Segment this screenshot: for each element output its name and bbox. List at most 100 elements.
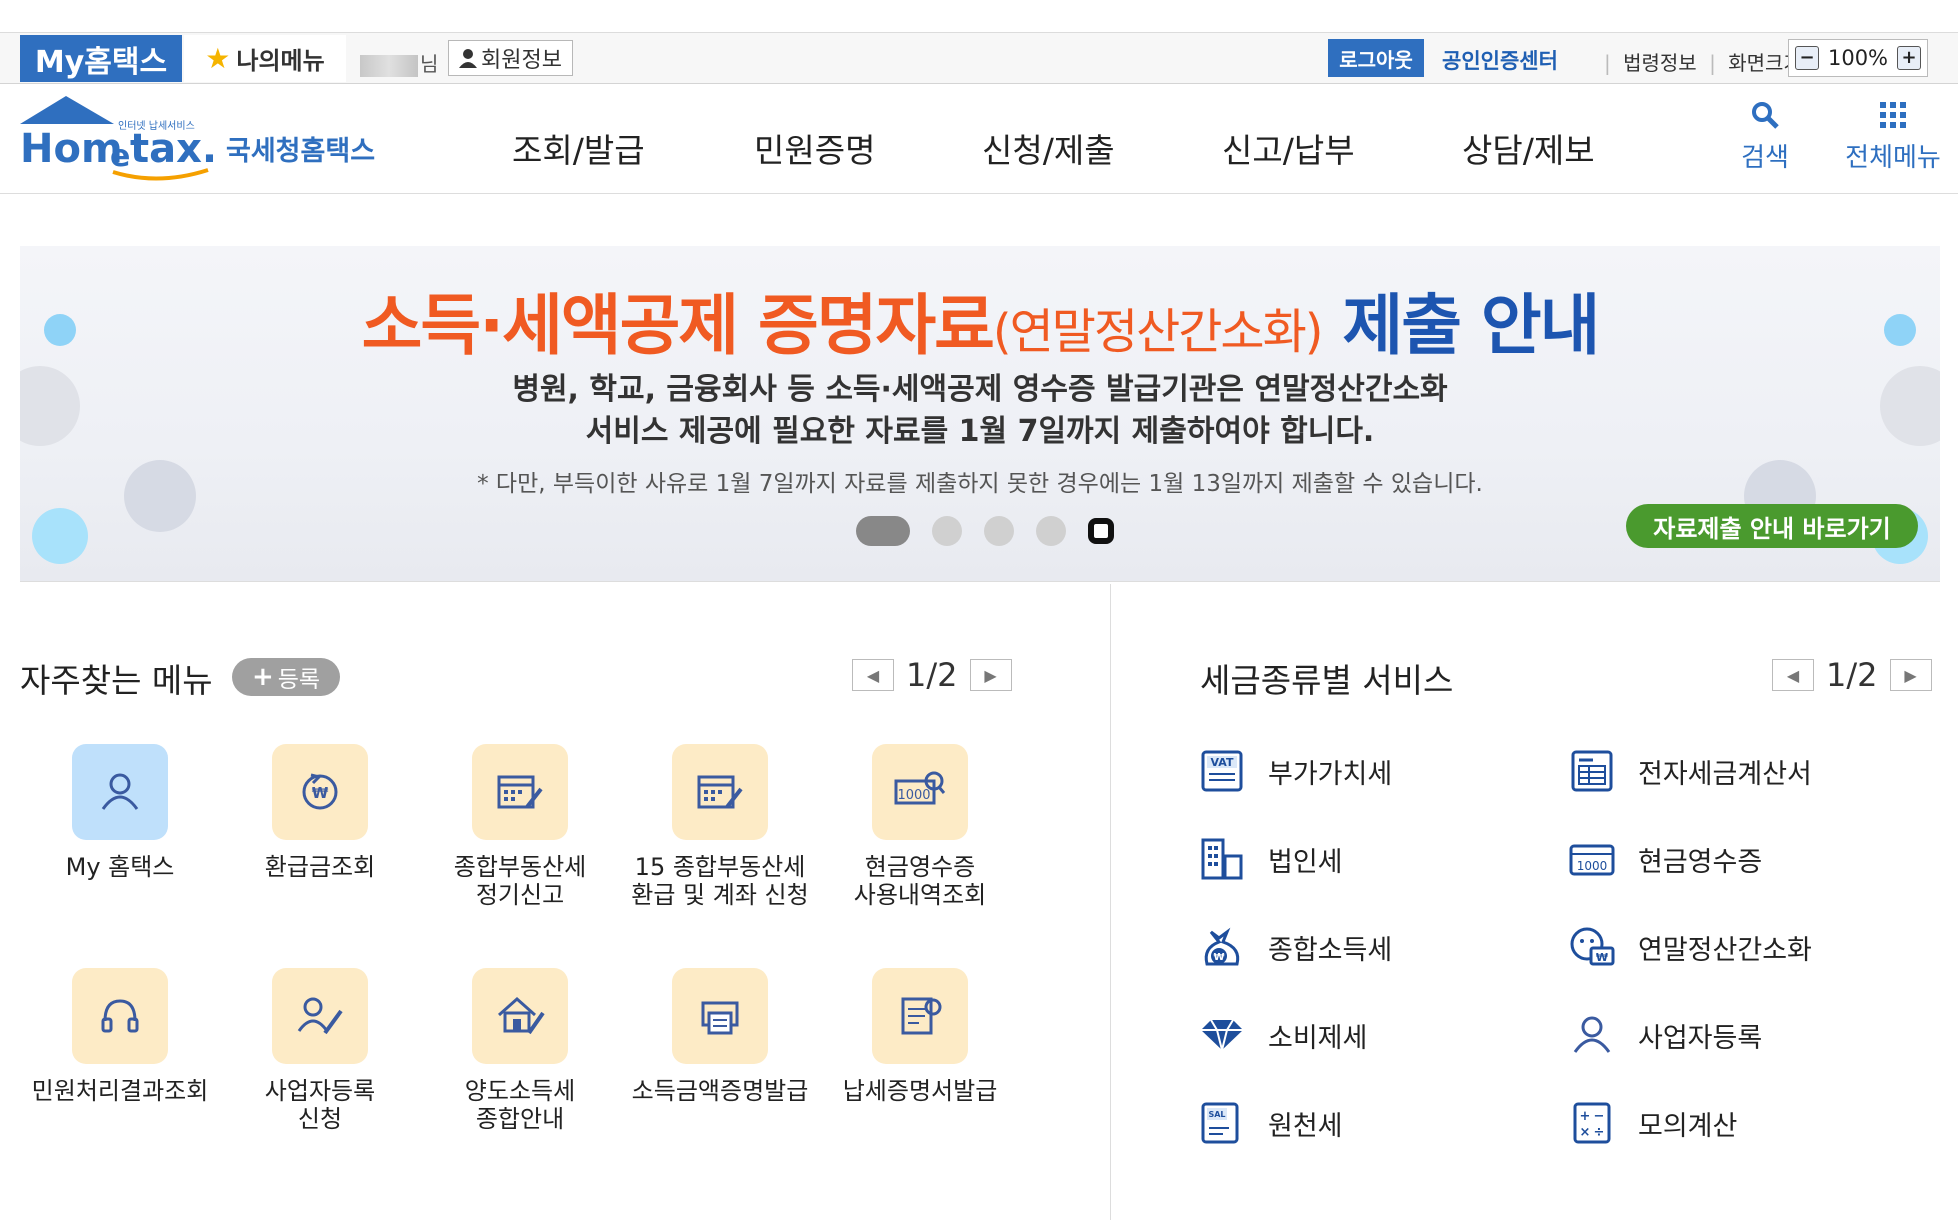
logout-button[interactable]: 로그아웃 bbox=[1328, 39, 1424, 77]
favorite-label: 사업자등록 bbox=[264, 1077, 376, 1105]
printer-icon bbox=[672, 968, 768, 1064]
nav-report-payment[interactable]: 신고/납부 bbox=[1222, 124, 1355, 172]
star-icon: ★ bbox=[205, 42, 231, 75]
all-menu-button[interactable]: 전체메뉴 bbox=[1838, 100, 1948, 174]
favorites-page: 1/2 bbox=[906, 656, 958, 694]
svg-text:÷: ÷ bbox=[1594, 1125, 1605, 1140]
tax-service-label: 부가가치세 bbox=[1268, 758, 1393, 790]
calculator-icon: + − × ÷ bbox=[1566, 1098, 1618, 1148]
prev-page-button[interactable]: ◀ bbox=[1772, 659, 1814, 691]
svg-text:+: + bbox=[1580, 1109, 1591, 1124]
plus-icon: + bbox=[251, 662, 274, 692]
nav-civil-cert[interactable]: 민원증명 bbox=[754, 124, 875, 172]
tax-service-item[interactable]: ₩ 연말정산간소화 bbox=[1566, 922, 1812, 972]
tax-service-item[interactable]: + − × ÷ 모의계산 bbox=[1566, 1098, 1737, 1148]
banner-line-1: 병원, 학교, 금융회사 등 소득·세액공제 영수증 발급기관은 연말정산간소화 bbox=[512, 372, 1448, 407]
favorite-item[interactable]: My 홈택스 bbox=[25, 744, 215, 882]
tax-service-item[interactable]: 1000 현금영수증 bbox=[1566, 834, 1762, 884]
prev-page-button[interactable]: ◀ bbox=[852, 659, 894, 691]
tax-service-item[interactable]: ₩ 종합소득세 bbox=[1196, 922, 1392, 972]
tax-service-item[interactable]: 법인세 bbox=[1196, 834, 1343, 884]
logo-graphic: 인터넷 납세서비스 Hom e tax. 국세청홈택스 bbox=[20, 96, 375, 181]
tax-service-label: 전자세금계산서 bbox=[1638, 758, 1812, 790]
logo-kr-text: 국세청홈택스 bbox=[226, 136, 375, 167]
main-header: 인터넷 납세서비스 Hom e tax. 국세청홈택스 조회/발급 민원증명 신… bbox=[0, 84, 1958, 194]
svg-text:×: × bbox=[1580, 1125, 1591, 1140]
banner-cta-button[interactable]: 자료제출 안내 바로가기 bbox=[1626, 504, 1918, 548]
vat-icon: VAT bbox=[1196, 746, 1248, 796]
divider: | bbox=[1604, 51, 1611, 75]
favorite-item[interactable]: 1000 현금영수증 사용내역조회 bbox=[825, 744, 1015, 909]
tax-service-label: 법인세 bbox=[1268, 846, 1343, 878]
tax-service-label: 모의계산 bbox=[1638, 1110, 1738, 1142]
slide-dot-4[interactable] bbox=[1036, 516, 1066, 546]
favorite-label: My 홈택스 bbox=[65, 853, 175, 881]
building-icon bbox=[1196, 834, 1248, 884]
masked-name bbox=[360, 55, 418, 77]
slide-dot-3[interactable] bbox=[984, 516, 1014, 546]
register-label: 등록 bbox=[277, 667, 321, 693]
nav-application[interactable]: 신청/제출 bbox=[982, 124, 1115, 172]
favorite-label: 민원처리결과조회 bbox=[31, 1077, 209, 1105]
year-end-icon: ₩ bbox=[1566, 922, 1618, 972]
next-page-button[interactable]: ▶ bbox=[1889, 659, 1932, 691]
favorite-item[interactable]: ₩ 환급금조회 bbox=[225, 744, 415, 882]
favorite-item[interactable]: 15 종합부동산세 환급 및 계좌 신청 bbox=[625, 744, 815, 909]
legal-info-link[interactable]: 법령정보 bbox=[1623, 51, 1697, 75]
tax-service-item[interactable]: VAT 부가가치세 bbox=[1196, 746, 1392, 796]
search-icon bbox=[1752, 102, 1779, 129]
my-hometax-tab[interactable]: My홈택스 bbox=[20, 35, 182, 82]
util-links: | 법령정보 | 화면크기 bbox=[1598, 47, 1802, 76]
favorite-label: 종합부동산세 bbox=[453, 853, 587, 881]
favorite-label: 현금영수증 bbox=[864, 853, 976, 881]
zoom-in-button[interactable]: + bbox=[1896, 46, 1921, 70]
slide-stop-button[interactable] bbox=[1088, 518, 1114, 544]
favorite-item[interactable]: 종합부동산세 정기신고 bbox=[425, 744, 615, 909]
calendar-pen-icon bbox=[472, 744, 568, 840]
main-banner: 소득·세액공제 증명자료(연말정산간소화) 제출 안내 병원, 학교, 금융회사… bbox=[20, 246, 1940, 582]
tax-service-item[interactable]: 사업자등록 bbox=[1566, 1010, 1762, 1060]
favorite-item[interactable]: 양도소득세 종합안내 bbox=[425, 968, 615, 1133]
next-page-button[interactable]: ▶ bbox=[969, 659, 1012, 691]
svg-text:e: e bbox=[110, 139, 130, 174]
tax-service-label: 원천세 bbox=[1268, 1110, 1343, 1142]
my-menu-label: 나의메뉴 bbox=[236, 47, 325, 75]
my-menu-tab[interactable]: ★ 나의메뉴 bbox=[184, 35, 346, 82]
favorite-item[interactable]: 납세증명서발급 bbox=[825, 968, 1015, 1106]
invoice-icon bbox=[1566, 746, 1618, 796]
register-favorite-button[interactable]: + 등록 bbox=[232, 658, 340, 696]
tax-service-item[interactable]: 소비제세 bbox=[1196, 1010, 1367, 1060]
all-menu-label: 전체메뉴 bbox=[1845, 143, 1941, 173]
favorite-item[interactable]: 소득금액증명발급 bbox=[625, 968, 815, 1106]
username: 님 bbox=[360, 51, 438, 77]
cert-center-link[interactable]: 공인인증센터 bbox=[1442, 45, 1558, 75]
tax-service-item[interactable]: 전자세금계산서 bbox=[1566, 746, 1812, 796]
svg-text:1000: 1000 bbox=[1577, 859, 1608, 873]
nav-inquiry[interactable]: 조회/발급 bbox=[512, 124, 645, 172]
search-button[interactable]: 검색 bbox=[1735, 100, 1795, 174]
receipt-search-icon: 1000 bbox=[872, 744, 968, 840]
banner-line-2: 서비스 제공에 필요한 자료를 1월 7일까지 제출하여야 합니다. bbox=[585, 414, 1375, 449]
member-info-button[interactable]: 회원정보 bbox=[448, 40, 573, 76]
svg-text:SAL: SAL bbox=[1208, 1110, 1225, 1119]
favorite-label-line2: 신청 bbox=[297, 1104, 343, 1133]
nav-consult[interactable]: 상담/제보 bbox=[1462, 124, 1595, 172]
slide-dot-2[interactable] bbox=[932, 516, 962, 546]
slide-dot-1[interactable] bbox=[856, 516, 910, 546]
user-icon bbox=[459, 49, 477, 68]
hometax-logo[interactable]: 인터넷 납세서비스 Hom e tax. 국세청홈택스 bbox=[18, 94, 388, 184]
tax-service-item[interactable]: SAL 원천세 bbox=[1196, 1098, 1343, 1148]
person-pen-icon bbox=[272, 968, 368, 1064]
zoom-level: 100% bbox=[1827, 46, 1889, 70]
refund-icon: ₩ bbox=[272, 744, 368, 840]
banner-title-main: 소득·세액공제 증명자료 bbox=[361, 287, 995, 364]
cash-receipt-icon: 1000 bbox=[1566, 834, 1618, 884]
favorite-label: 15 종합부동산세 bbox=[634, 853, 806, 881]
favorite-item[interactable]: 민원처리결과조회 bbox=[25, 968, 215, 1106]
tax-service-label: 사업자등록 bbox=[1638, 1022, 1763, 1054]
favorite-item[interactable]: 사업자등록 신청 bbox=[225, 968, 415, 1133]
favorites-title: 자주찾는 메뉴 bbox=[20, 661, 213, 700]
svg-text:₩: ₩ bbox=[1596, 951, 1608, 964]
tax-service-label: 소비제세 bbox=[1268, 1022, 1368, 1054]
zoom-out-button[interactable]: − bbox=[1795, 46, 1819, 70]
